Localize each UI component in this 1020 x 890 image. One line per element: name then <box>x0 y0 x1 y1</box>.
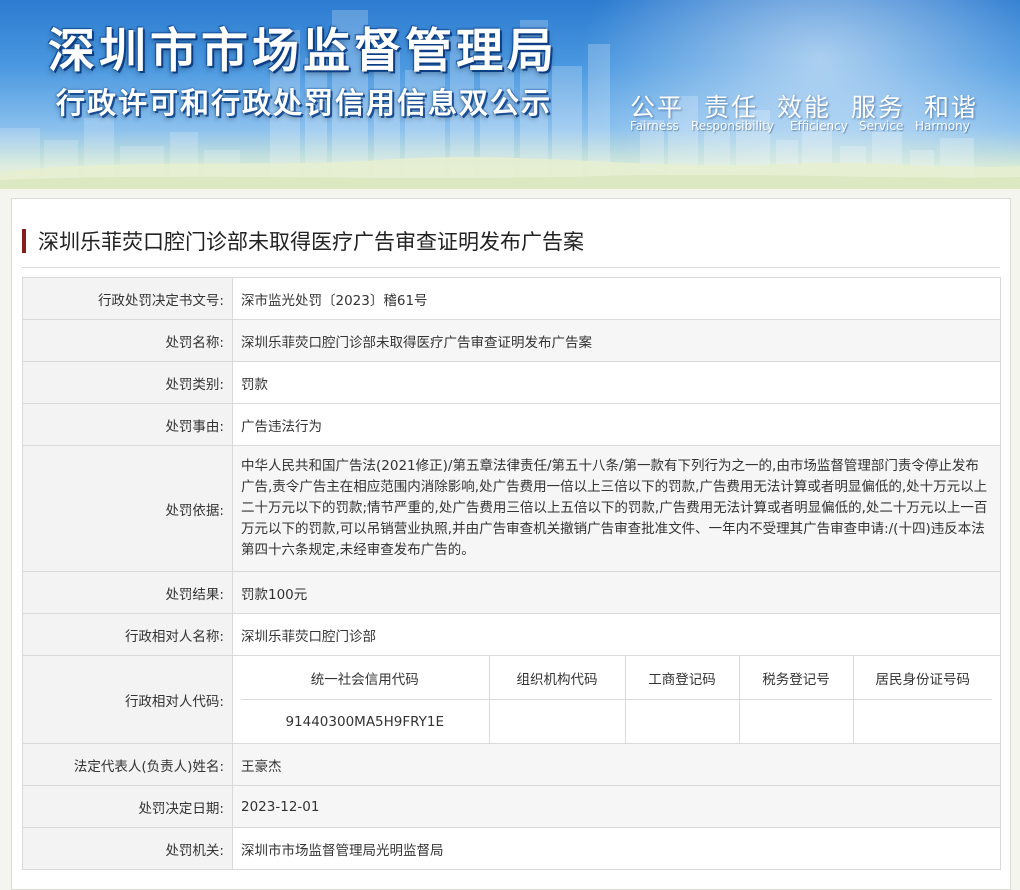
tax-reg-value <box>738 699 854 743</box>
table-row: 处罚名称: 深圳乐菲荧口腔门诊部未取得医疗广告审查证明发布广告案 <box>22 319 1001 362</box>
party-name-value: 深圳乐菲荧口腔门诊部 <box>232 613 1001 656</box>
party-code-label: 行政相对人代码: <box>22 655 233 744</box>
business-reg-value <box>624 699 740 743</box>
org-code-header: 组织机构代码 <box>488 656 626 700</box>
penalty-category-value: 罚款 <box>232 361 1001 404</box>
table-row: 行政相对人名称: 深圳乐菲荧口腔门诊部 <box>22 613 1001 656</box>
page-title-block: 深圳乐菲荧口腔门诊部未取得医疗广告审查证明发布广告案 <box>22 229 584 254</box>
table-row: 处罚依据: 中华人民共和国广告法(2021修正)/第五章法律责任/第五十八条/第… <box>22 445 1001 572</box>
site-subtitle: 行政许可和行政处罚信用信息双公示 <box>56 86 553 120</box>
penalty-reason-value: 广告违法行为 <box>232 403 1001 446</box>
authority-label: 处罚机关: <box>22 827 233 870</box>
slogan-en-responsibility: Responsibility <box>691 119 775 133</box>
content-panel: 深圳乐菲荧口腔门诊部未取得医疗广告审查证明发布广告案 行政处罚决定书文号: 深市… <box>11 198 1011 890</box>
penalty-name-label: 处罚名称: <box>22 319 233 362</box>
legal-rep-value: 王豪杰 <box>232 743 1001 786</box>
penalty-reason-label: 处罚事由: <box>22 403 233 446</box>
tax-reg-header: 税务登记号 <box>738 656 854 700</box>
table-row: 处罚决定日期: 2023-12-01 <box>22 785 1001 828</box>
decision-no-value: 深市监光处罚〔2023〕稽61号 <box>232 277 1001 320</box>
party-name-label: 行政相对人名称: <box>22 613 233 656</box>
org-code-value <box>488 699 626 743</box>
penalty-basis-value: 中华人民共和国广告法(2021修正)/第五章法律责任/第五十八条/第一款有下列行… <box>232 445 1001 572</box>
title-divider <box>22 267 1000 268</box>
title-accent-bar <box>22 229 26 253</box>
table-row: 处罚机关: 深圳市市场监督管理局光明监督局 <box>22 827 1001 870</box>
table-row: 行政处罚决定书文号: 深市监光处罚〔2023〕稽61号 <box>22 277 1001 320</box>
id-number-header: 居民身份证号码 <box>852 656 992 700</box>
business-reg-header: 工商登记码 <box>624 656 740 700</box>
decision-no-label: 行政处罚决定书文号: <box>22 277 233 320</box>
penalty-category-label: 处罚类别: <box>22 361 233 404</box>
table-row: 处罚结果: 罚款100元 <box>22 571 1001 614</box>
table-row: 处罚事由: 广告违法行为 <box>22 403 1001 446</box>
table-row: 行政相对人代码: 统一社会信用代码 组织机构代码 工商登记码 税务登记号 居民身… <box>22 655 1001 744</box>
site-title: 深圳市市场监督管理局 <box>48 24 558 79</box>
credit-code-value: 91440300MA5H9FRY1E <box>241 699 490 743</box>
penalty-result-label: 处罚结果: <box>22 571 233 614</box>
table-row: 法定代表人(负责人)姓名: 王豪杰 <box>22 743 1001 786</box>
decision-date-value: 2023-12-01 <box>232 785 1001 828</box>
penalty-name-value: 深圳乐菲荧口腔门诊部未取得医疗广告审查证明发布广告案 <box>232 319 1001 362</box>
slogan-en-harmony: Harmony <box>915 119 970 133</box>
penalty-basis-label: 处罚依据: <box>22 445 233 572</box>
credit-code-header: 统一社会信用代码 <box>241 656 490 700</box>
party-code-cell: 统一社会信用代码 组织机构代码 工商登记码 税务登记号 居民身份证号码 9144… <box>232 655 1001 744</box>
code-header-row: 统一社会信用代码 组织机构代码 工商登记码 税务登记号 居民身份证号码 <box>241 656 992 700</box>
penalty-result-value: 罚款100元 <box>232 571 1001 614</box>
legal-rep-label: 法定代表人(负责人)姓名: <box>22 743 233 786</box>
page-title: 深圳乐菲荧口腔门诊部未取得医疗广告审查证明发布广告案 <box>38 230 584 254</box>
id-number-value <box>852 699 992 743</box>
table-row: 处罚类别: 罚款 <box>22 361 1001 404</box>
party-code-table: 统一社会信用代码 组织机构代码 工商登记码 税务登记号 居民身份证号码 9144… <box>241 656 992 743</box>
slogan-en-fairness: Fairness <box>630 119 679 133</box>
slogan-en-service: Service <box>859 119 904 133</box>
slogan-en-efficiency: Efficiency <box>790 119 848 133</box>
authority-value: 深圳市市场监督管理局光明监督局 <box>232 827 1001 870</box>
code-value-row: 91440300MA5H9FRY1E <box>241 699 992 743</box>
header-banner: 深圳市市场监督管理局 行政许可和行政处罚信用信息双公示 公平 责任 效能 服务 … <box>0 0 1020 189</box>
decision-date-label: 处罚决定日期: <box>22 785 233 828</box>
penalty-info-table: 行政处罚决定书文号: 深市监光处罚〔2023〕稽61号 处罚名称: 深圳乐菲荧口… <box>22 277 1001 870</box>
